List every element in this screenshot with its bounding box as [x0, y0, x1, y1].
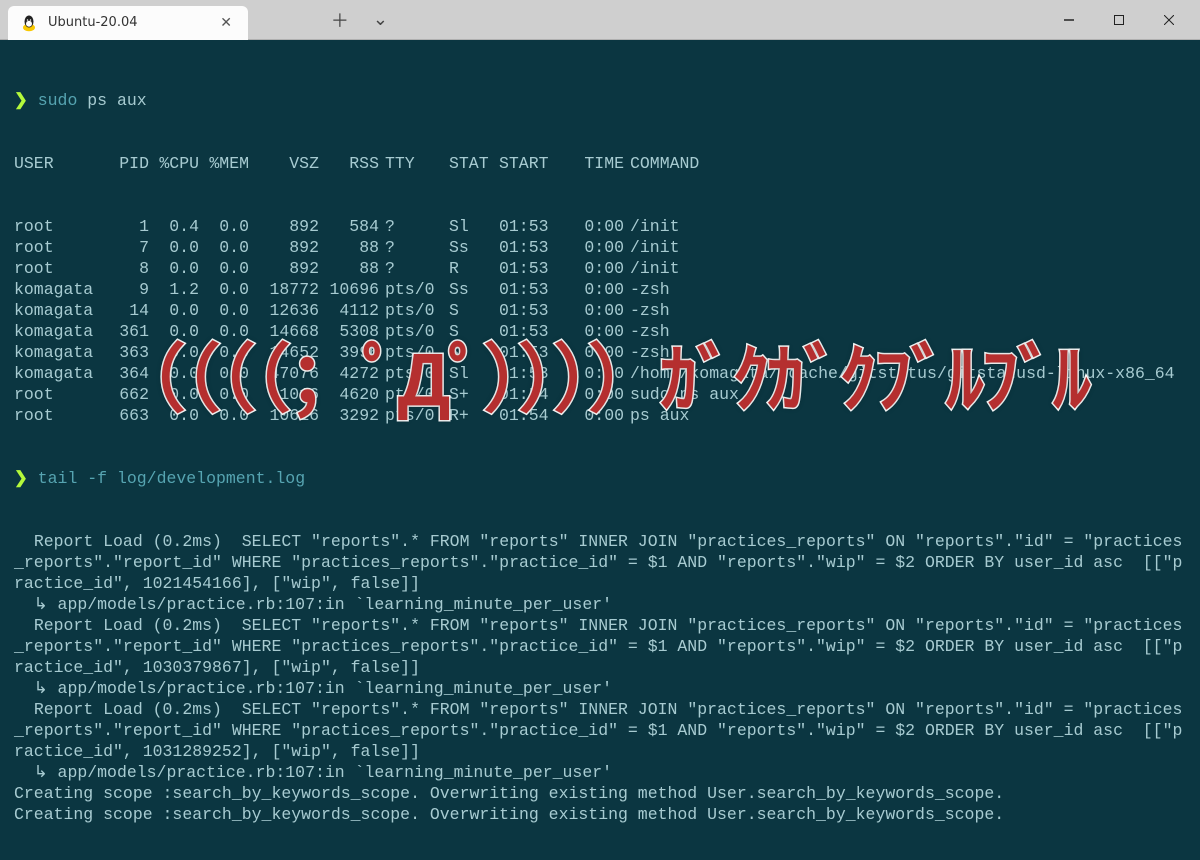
terminal-body[interactable]: ❯ sudo ps aux USERPID%CPU%MEMVSZRSSTTYST… — [0, 40, 1200, 860]
window-close-button[interactable] — [1146, 4, 1192, 36]
ps-row: komagata3640.00.0470764272pts/0Sl01:530:… — [14, 363, 1186, 384]
window-minimize-button[interactable] — [1046, 4, 1092, 36]
ps-row: root6630.00.0106163292pts/0R+01:540:00ps… — [14, 405, 1186, 426]
log-output: Report Load (0.2ms) SELECT "reports".* F… — [14, 531, 1186, 825]
ps-row: komagata3630.00.0146523996pts/0S01:530:0… — [14, 342, 1186, 363]
tab-title: Ubuntu-20.04 — [48, 15, 210, 30]
tab-dropdown-button[interactable]: ⌄ — [363, 5, 398, 34]
ps-row: root6620.00.0110164620pts/0S+01:540:00su… — [14, 384, 1186, 405]
ps-row: komagata140.00.0126364112pts/0S01:530:00… — [14, 300, 1186, 321]
ps-header: USERPID%CPU%MEMVSZRSSTTYSTATSTARTTIMECOM… — [14, 153, 1186, 174]
terminal-tab[interactable]: Ubuntu-20.04 ✕ — [8, 6, 248, 40]
prompt-ps: ❯ sudo ps aux — [14, 90, 1186, 111]
ps-row: root70.00.089288?Ss01:530:00/init — [14, 237, 1186, 258]
ps-row: root10.40.0892584?Sl01:530:00/init — [14, 216, 1186, 237]
ps-row: komagata3610.00.0146685308pts/0S01:530:0… — [14, 321, 1186, 342]
prompt-tail: ❯ tail -f log/development.log — [14, 468, 1186, 489]
window-titlebar: Ubuntu-20.04 ✕ ＋ ⌄ — [0, 0, 1200, 40]
ps-table: root10.40.0892584?Sl01:530:00/initroot70… — [14, 216, 1186, 426]
new-tab-button[interactable]: ＋ — [321, 3, 359, 37]
ps-row: root80.00.089288?R01:530:00/init — [14, 258, 1186, 279]
linux-icon — [20, 14, 38, 32]
ps-row: komagata91.20.01877210696pts/0Ss01:530:0… — [14, 279, 1186, 300]
window-maximize-button[interactable] — [1096, 4, 1142, 36]
tab-close-button[interactable]: ✕ — [220, 15, 232, 31]
